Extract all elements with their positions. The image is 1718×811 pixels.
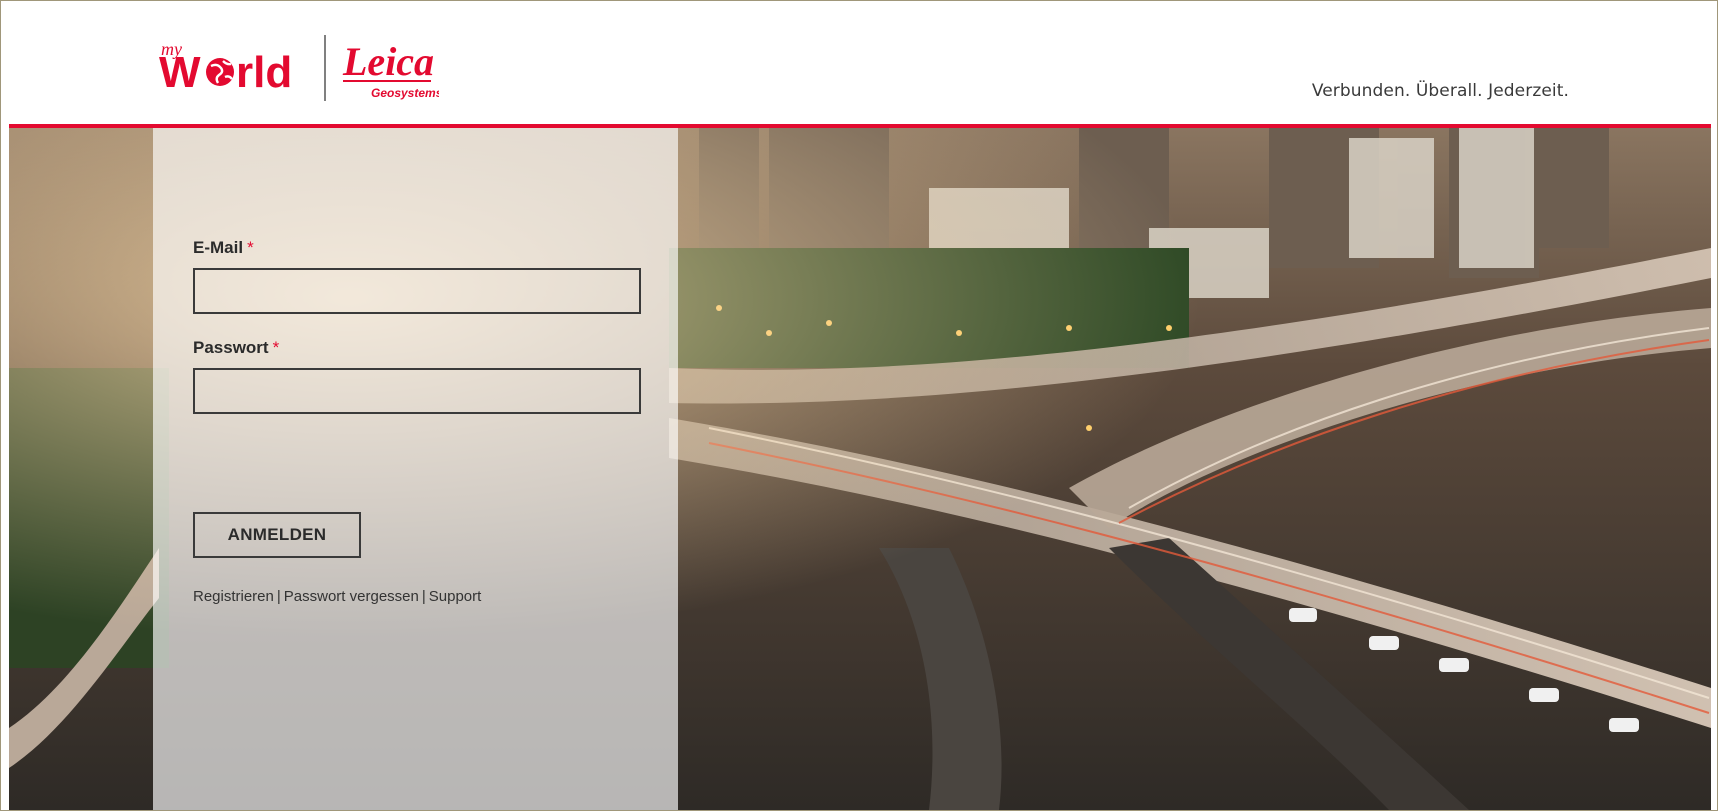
tagline: Verbunden. Überall. Jederzeit. (1311, 81, 1569, 101)
register-link[interactable]: Registrieren (193, 588, 274, 605)
required-marker: * (247, 238, 254, 257)
password-field[interactable] (193, 368, 641, 414)
brand-sub: Geosystems (371, 86, 439, 100)
forgot-password-link[interactable]: Passwort vergessen (284, 588, 419, 605)
site-header: my W rld Leica Geosystems Verbunden. Übe… (9, 1, 1711, 128)
login-button[interactable]: ANMELDEN (193, 512, 361, 558)
email-field[interactable] (193, 268, 641, 314)
footer-links: Registrieren | Passwort vergessen | Support (193, 588, 481, 605)
logo-rld: rld (236, 48, 292, 97)
logo-w: W (159, 48, 201, 97)
support-link[interactable]: Support (429, 588, 482, 605)
email-label: E-Mail * (193, 238, 254, 257)
globe-icon (206, 58, 234, 86)
page-frame: my W rld Leica Geosystems Verbunden. Übe… (0, 0, 1718, 811)
password-label: Passwort * (193, 338, 280, 357)
link-separator: | (276, 588, 281, 605)
required-marker: * (272, 338, 280, 357)
brand-name: Leica (342, 39, 434, 84)
brand-logos: my W rld Leica Geosystems (159, 35, 439, 101)
hero-background: E-Mail * Passwort * ANMELDEN Registrieren |… (9, 128, 1711, 810)
login-panel: E-Mail * Passwort * ANMELDEN Registrieren |… (153, 128, 678, 810)
link-separator: | (421, 588, 426, 605)
